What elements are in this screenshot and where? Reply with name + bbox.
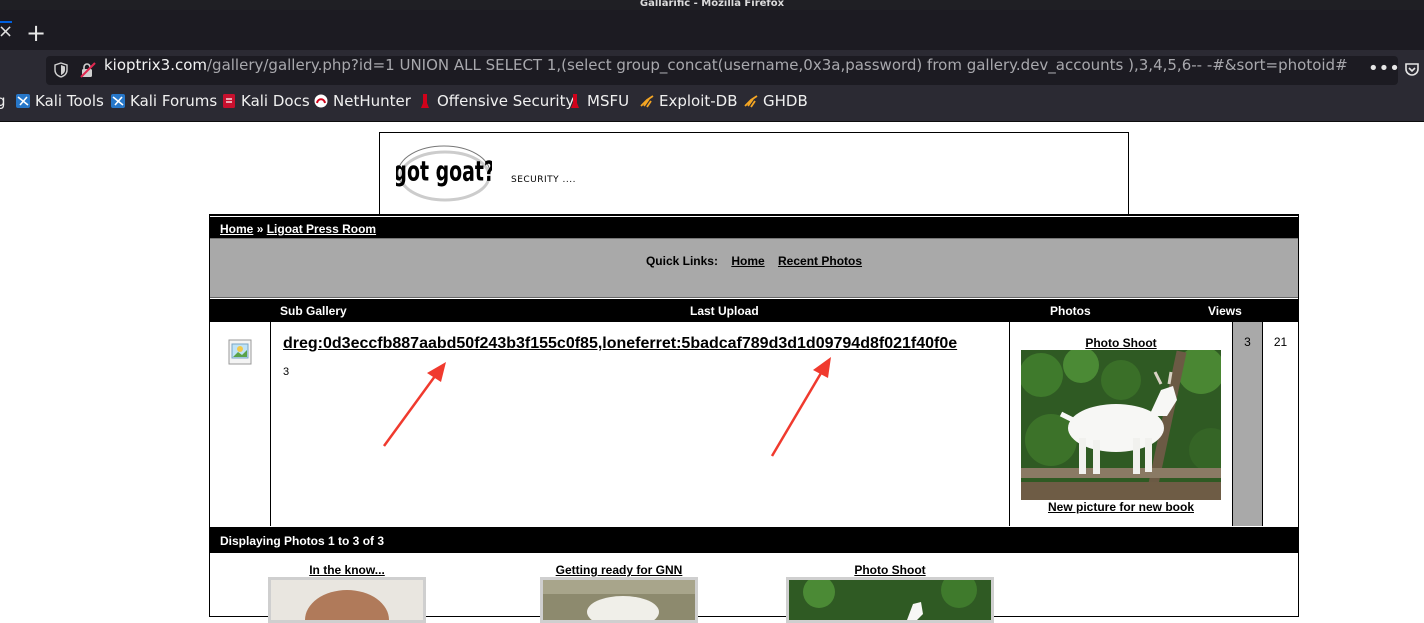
photos-count-cell: 3 xyxy=(1233,322,1263,526)
gallery-table: Home » Ligoat Press Room Quick Links: Ho… xyxy=(209,214,1299,623)
new-tab-button[interactable]: + xyxy=(24,21,48,46)
tracking-protection-shield-icon[interactable] xyxy=(54,62,68,78)
thumbnail-image[interactable] xyxy=(786,577,994,623)
last-upload-title-link[interactable]: Photo Shoot xyxy=(1010,336,1232,350)
sub-gallery-link[interactable]: dreg:0d3eccfb887aabd50f243b3f155c0f85,lo… xyxy=(283,335,957,353)
kali-icon xyxy=(16,93,30,108)
breadcrumb-bar: Home » Ligoat Press Room xyxy=(210,216,1298,239)
exploitdb-icon xyxy=(744,94,758,107)
thumbnail-title-link[interactable]: In the know... xyxy=(268,563,426,577)
display-status-text: Displaying Photos 1 to 3 of 3 xyxy=(220,534,385,548)
breadcrumb: Home » Ligoat Press Room xyxy=(220,222,376,236)
quick-links-panel: Quick Links: Home Recent Photos xyxy=(210,238,1298,298)
url-text[interactable]: kioptrix3.com/gallery/gallery.php?id=1 U… xyxy=(104,56,1348,85)
photos-count: 3 xyxy=(1244,335,1251,349)
last-upload-cell: Photo Shoot New picture for new book xyxy=(1010,322,1233,526)
window-titlebar: Gallarific - Mozilla Firefox xyxy=(0,0,1424,10)
exploitdb-icon xyxy=(640,94,654,107)
bookmark-label: MSFU xyxy=(587,92,630,110)
goat-photo[interactable] xyxy=(1021,350,1221,500)
breadcrumb-current-link[interactable]: Ligoat Press Room xyxy=(267,222,376,236)
bookmark-kali-docs[interactable]: Kali Docs xyxy=(222,92,310,121)
insecure-connection-icon[interactable] xyxy=(80,62,96,78)
close-tab-icon[interactable]: × xyxy=(0,20,13,44)
image-placeholder-icon xyxy=(228,339,252,365)
site-header: got goat? SECURITY .... xyxy=(379,132,1129,215)
page-actions-menu-icon[interactable]: ••• xyxy=(1368,56,1400,85)
thumbnail-title-link[interactable]: Getting ready for GNN xyxy=(540,563,698,577)
kali-docs-icon xyxy=(223,93,235,108)
bookmark-label: GHDB xyxy=(763,92,808,110)
url-path: /gallery/gallery.php?id=1 UNION ALL SELE… xyxy=(207,56,1348,74)
window-title: Gallarific - Mozilla Firefox xyxy=(639,0,785,9)
bookmark-overflow-fragment[interactable]: g xyxy=(0,92,6,121)
views-count: 21 xyxy=(1273,335,1288,349)
offsec-icon xyxy=(571,93,579,108)
thumbnail-title-link[interactable]: Photo Shoot xyxy=(786,563,994,577)
url-bar[interactable]: kioptrix3.com/gallery/gallery.php?id=1 U… xyxy=(46,56,1400,85)
sub-gallery-count: 3 xyxy=(283,366,290,378)
quick-link-recent-photos[interactable]: Recent Photos xyxy=(778,254,862,268)
toolbar-divider xyxy=(0,121,1424,122)
tab-strip: × + xyxy=(0,10,1424,50)
column-photos: Photos xyxy=(1050,304,1091,318)
display-status-bar: Displaying Photos 1 to 3 of 3 xyxy=(210,527,1298,553)
bookmark-msfu[interactable]: MSFU xyxy=(568,92,629,121)
bookmark-label: Kali Tools xyxy=(35,92,104,110)
site-tagline: SECURITY .... xyxy=(511,175,576,185)
bookmark-label: Offensive Security xyxy=(437,92,575,110)
bookmark-label: Kali Forums xyxy=(130,92,218,110)
bookmarks-toolbar: g Kali Tools Kali Forums Kali Docs NetHu… xyxy=(0,92,1424,121)
column-views: Views xyxy=(1208,304,1242,318)
logo-text: got goat? xyxy=(396,155,492,188)
thumbnail-strip: In the know... Getting ready for GNN Pho… xyxy=(210,553,1298,623)
sub-gallery-cell: dreg:0d3eccfb887aabd50f243b3f155c0f85,lo… xyxy=(271,322,1010,526)
column-sub-gallery: Sub Gallery xyxy=(280,304,347,318)
views-count-cell: 21 xyxy=(1263,322,1298,526)
bookmark-ghdb[interactable]: GHDB xyxy=(744,92,808,121)
got-goat-logo: got goat? xyxy=(396,145,492,202)
url-host: kioptrix3.com xyxy=(104,56,207,74)
nethunter-icon xyxy=(314,94,328,107)
quick-links-label: Quick Links: xyxy=(645,254,718,268)
gallery-icon-cell xyxy=(210,322,271,526)
offsec-icon xyxy=(421,93,429,108)
breadcrumb-home-link[interactable]: Home xyxy=(220,222,253,236)
bookmark-label: NetHunter xyxy=(333,92,411,110)
bookmark-exploit-db[interactable]: Exploit-DB xyxy=(640,92,738,121)
bookmark-label: Kali Docs xyxy=(241,92,310,110)
thumbnail-image[interactable] xyxy=(268,577,426,623)
quick-link-home[interactable]: Home xyxy=(731,254,764,268)
kali-icon xyxy=(111,93,125,108)
column-header-bar: Sub Gallery Last Upload Photos Views xyxy=(210,299,1298,321)
pocket-icon[interactable] xyxy=(1404,62,1420,78)
bookmark-kali-forums[interactable]: Kali Forums xyxy=(111,92,217,121)
bookmark-kali-tools[interactable]: Kali Tools xyxy=(16,92,104,121)
bookmark-nethunter[interactable]: NetHunter xyxy=(314,92,411,121)
breadcrumb-separator: » xyxy=(256,222,264,236)
bookmark-offensive-security[interactable]: Offensive Security xyxy=(418,92,574,121)
last-upload-caption-link[interactable]: New picture for new book xyxy=(1010,500,1232,514)
gallery-row: dreg:0d3eccfb887aabd50f243b3f155c0f85,lo… xyxy=(210,321,1298,527)
bookmark-label: Exploit-DB xyxy=(659,92,738,110)
column-last-upload: Last Upload xyxy=(690,304,759,318)
thumbnail-image[interactable] xyxy=(540,577,698,623)
